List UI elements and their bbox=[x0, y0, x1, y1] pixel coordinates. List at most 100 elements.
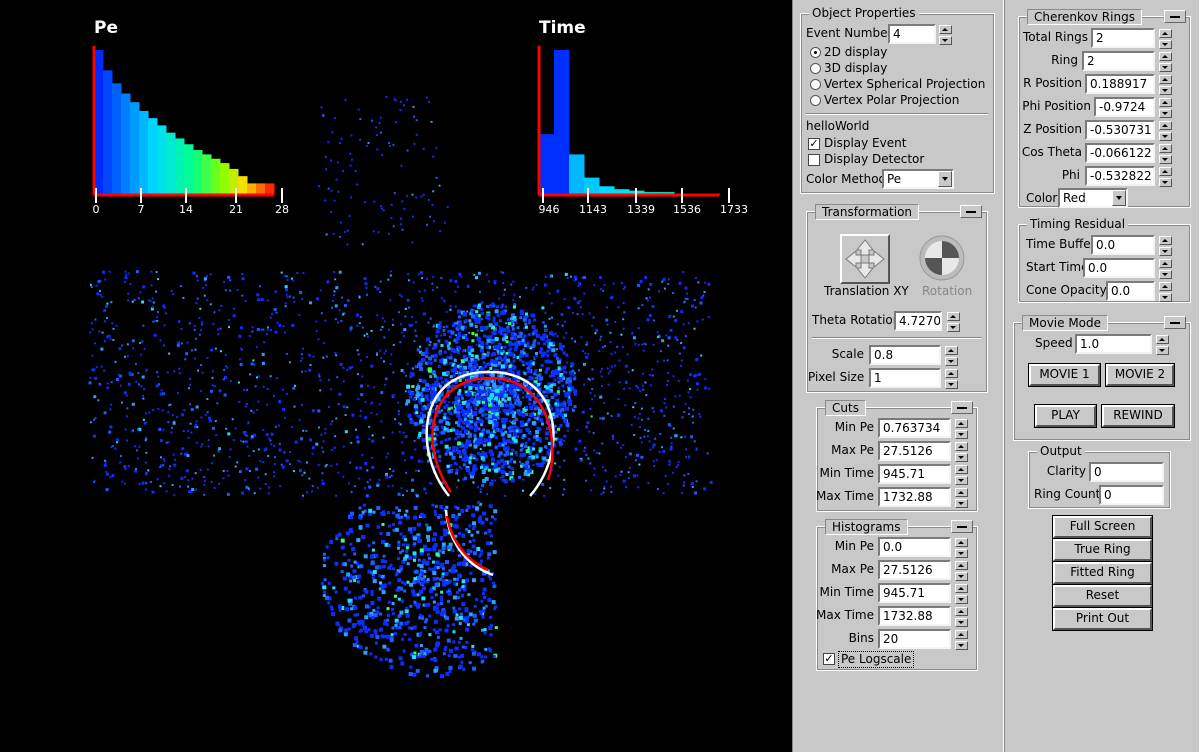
cuts-max-pe-spinner[interactable] bbox=[955, 442, 968, 462]
histogram-bar bbox=[584, 177, 600, 195]
pe-logscale-checkbox[interactable]: ✓ bbox=[823, 653, 835, 665]
translation-xy-button[interactable] bbox=[840, 234, 890, 284]
histogram-bar bbox=[539, 134, 555, 195]
ring-count-input[interactable]: 0 bbox=[1099, 485, 1164, 505]
cos-theta-input[interactable]: -0.066122 bbox=[1085, 143, 1155, 163]
cuts-min-pe-input[interactable]: 0.763734 bbox=[878, 418, 951, 438]
clarity-label: Clarity bbox=[1046, 464, 1086, 478]
cos-theta-spinner[interactable] bbox=[1159, 144, 1172, 164]
cuts-max-time-input[interactable]: 1732.88 bbox=[878, 487, 951, 507]
clarity-input[interactable]: 0 bbox=[1089, 462, 1164, 482]
pixel-size-input[interactable]: 1 bbox=[869, 368, 941, 388]
chevron-down-icon bbox=[1112, 190, 1126, 206]
phi-position-spinner[interactable] bbox=[1159, 98, 1172, 118]
r-position-label: R Position bbox=[1023, 76, 1082, 90]
hist-min-time-input[interactable]: 945.71 bbox=[878, 583, 951, 603]
speed-input[interactable]: 1.0 bbox=[1075, 334, 1152, 354]
phi-spinner[interactable] bbox=[1159, 167, 1172, 187]
r-position-spinner[interactable] bbox=[1159, 75, 1172, 95]
time-tick-label: 1733 bbox=[720, 203, 748, 216]
movie-1-button[interactable]: MOVIE 1 bbox=[1028, 363, 1101, 387]
ring-input[interactable]: 2 bbox=[1082, 51, 1155, 71]
display-event-checkbox[interactable]: ✓ bbox=[808, 138, 820, 150]
reset-button[interactable]: Reset bbox=[1052, 584, 1153, 608]
total-rings-spinner[interactable] bbox=[1159, 29, 1172, 49]
time-tick-label: 946 bbox=[538, 203, 560, 216]
theta-rotation-input[interactable]: 4.7270 bbox=[894, 311, 942, 331]
phi-input[interactable]: -0.532822 bbox=[1085, 166, 1155, 186]
r-position-input[interactable]: 0.188917 bbox=[1085, 74, 1155, 94]
z-position-input[interactable]: -0.530731 bbox=[1085, 120, 1155, 140]
hist-max-pe-spinner[interactable] bbox=[955, 561, 968, 581]
collapse-button[interactable] bbox=[951, 401, 973, 414]
histogram-bar bbox=[148, 118, 158, 195]
cuts-min-time-spinner[interactable] bbox=[955, 465, 968, 485]
collapse-button[interactable] bbox=[960, 205, 982, 218]
cone-opacity-spinner[interactable] bbox=[1159, 282, 1172, 302]
total-rings-input[interactable]: 2 bbox=[1091, 28, 1155, 48]
color-method-label: Color Method bbox=[806, 172, 887, 186]
true-ring-button[interactable]: True Ring bbox=[1052, 538, 1153, 562]
hist-max-time-spinner[interactable] bbox=[955, 607, 968, 627]
event-number-spinner[interactable] bbox=[939, 25, 952, 45]
scale-spinner[interactable] bbox=[945, 346, 958, 366]
print-out-button[interactable]: Print Out bbox=[1052, 607, 1153, 631]
event-number-input[interactable]: 4 bbox=[888, 24, 936, 44]
collapse-button[interactable] bbox=[1164, 316, 1186, 329]
ring-label: Ring bbox=[1051, 53, 1078, 67]
display-detector-checkbox[interactable] bbox=[808, 154, 820, 166]
cone-opacity-label: Cone Opacity bbox=[1026, 283, 1107, 297]
radio-2d-display[interactable] bbox=[810, 47, 821, 58]
radio-3d-display[interactable] bbox=[810, 63, 821, 74]
full-screen-button[interactable]: Full Screen bbox=[1052, 515, 1153, 539]
event-display-viewport[interactable]: Pe Time 0 7 14 21 28 946 1143 1339 1536 … bbox=[0, 0, 790, 752]
play-button[interactable]: PLAY bbox=[1034, 404, 1097, 428]
hist-max-pe-input[interactable]: 27.5126 bbox=[878, 560, 951, 580]
rewind-button[interactable]: REWIND bbox=[1101, 404, 1175, 428]
ring-spinner[interactable] bbox=[1159, 52, 1172, 72]
pe-histogram bbox=[92, 46, 283, 203]
hist-min-pe-spinner[interactable] bbox=[955, 538, 968, 558]
cuts-min-time-input[interactable]: 945.71 bbox=[878, 464, 951, 484]
rotation-button[interactable] bbox=[916, 232, 968, 284]
color-method-select[interactable]: Pe bbox=[882, 169, 954, 189]
radio-vertex-spherical[interactable] bbox=[810, 79, 821, 90]
chevron-down-icon bbox=[938, 171, 952, 187]
start-time-spinner[interactable] bbox=[1159, 259, 1172, 279]
z-position-spinner[interactable] bbox=[1159, 121, 1172, 141]
collapse-button[interactable] bbox=[951, 520, 973, 533]
radio-vertex-polar[interactable] bbox=[810, 95, 821, 106]
collapse-button[interactable] bbox=[1164, 10, 1186, 23]
start-time-input[interactable]: 0.0 bbox=[1083, 258, 1155, 278]
timing-residual-title: Timing Residual bbox=[1027, 217, 1129, 231]
pixel-size-label: Pixel Size bbox=[808, 370, 865, 384]
hist-bins-spinner[interactable] bbox=[955, 630, 968, 650]
cuts-min-pe-spinner[interactable] bbox=[955, 419, 968, 439]
cuts-max-time-spinner[interactable] bbox=[955, 488, 968, 508]
pixel-size-spinner[interactable] bbox=[945, 369, 958, 389]
speed-spinner[interactable] bbox=[1156, 335, 1169, 355]
cuts-max-pe-input[interactable]: 27.5126 bbox=[878, 441, 951, 461]
theta-rotation-label: Theta Rotation bbox=[812, 313, 901, 327]
total-rings-label: Total Rings bbox=[1023, 30, 1088, 44]
cone-opacity-input[interactable]: 0.0 bbox=[1106, 281, 1155, 301]
fitted-ring-button[interactable]: Fitted Ring bbox=[1052, 561, 1153, 585]
hist-min-pe-input[interactable]: 0.0 bbox=[878, 537, 951, 557]
histogram-bar bbox=[569, 154, 585, 195]
hist-bins-input[interactable]: 20 bbox=[878, 629, 951, 649]
hist-min-time-label: Min Time bbox=[819, 585, 874, 599]
movie-mode-title: Movie Mode bbox=[1022, 315, 1109, 331]
ring-count-label: Ring Count bbox=[1034, 487, 1101, 501]
histogram-bar bbox=[211, 158, 221, 195]
movie-2-button[interactable]: MOVIE 2 bbox=[1105, 363, 1175, 387]
hist-min-time-spinner[interactable] bbox=[955, 584, 968, 604]
time-tick-label: 1536 bbox=[673, 203, 701, 216]
hist-max-time-input[interactable]: 1732.88 bbox=[878, 606, 951, 626]
time-buffer-spinner[interactable] bbox=[1159, 236, 1172, 256]
theta-rotation-spinner[interactable] bbox=[947, 312, 960, 332]
time-buffer-input[interactable]: 0.0 bbox=[1091, 235, 1155, 255]
ring-color-select[interactable]: Red bbox=[1058, 188, 1128, 208]
scale-input[interactable]: 0.8 bbox=[869, 345, 941, 365]
histogram-bar bbox=[157, 125, 167, 195]
phi-position-input[interactable]: -0.9724 bbox=[1094, 97, 1155, 117]
